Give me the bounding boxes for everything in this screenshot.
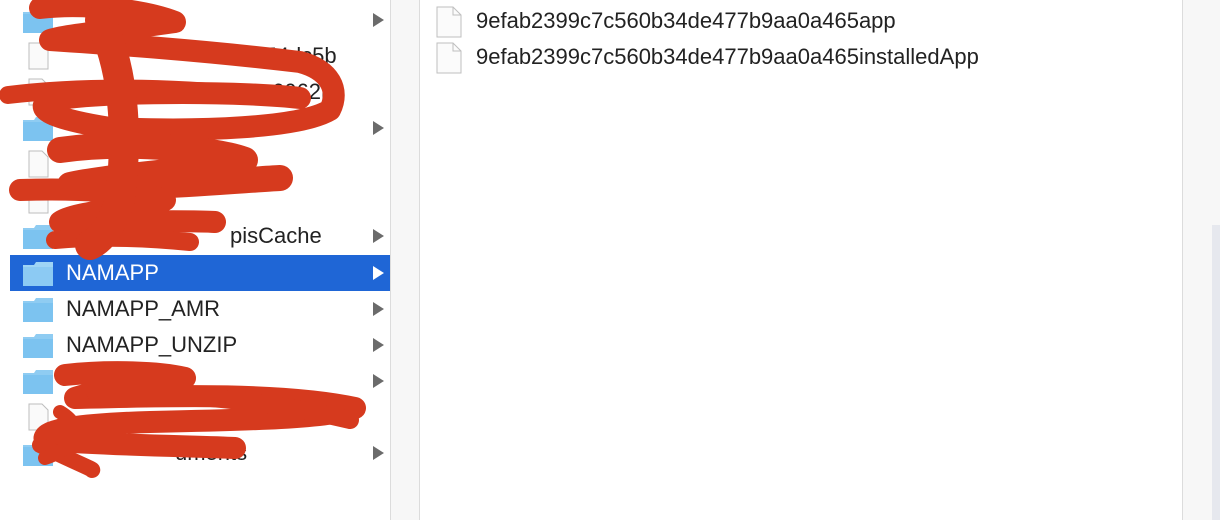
chevron-right-icon[interactable] xyxy=(373,13,384,27)
chevron-right-icon[interactable] xyxy=(373,266,384,280)
item-label: 9efab2399c7c560b34de477b9aa0a465app xyxy=(476,8,896,33)
list-item-folder[interactable]: NAMAPP_AMR xyxy=(10,291,390,327)
item-label: uments xyxy=(175,440,248,465)
document-icon xyxy=(22,42,54,70)
folder-icon xyxy=(22,259,54,287)
window-edge xyxy=(1212,225,1220,520)
list-item-file[interactable] xyxy=(10,399,390,435)
list-item-folder[interactable] xyxy=(10,2,390,38)
document-icon xyxy=(436,42,462,74)
document-icon xyxy=(436,6,462,38)
item-label: NAMAPP_AMR xyxy=(66,296,221,321)
chevron-right-icon[interactable] xyxy=(373,121,384,135)
list-item-folder[interactable] xyxy=(10,110,390,146)
chevron-right-icon[interactable] xyxy=(373,446,384,460)
folder-icon xyxy=(22,367,54,395)
document-icon xyxy=(22,186,54,214)
folder-icon xyxy=(22,295,54,323)
chevron-right-icon[interactable] xyxy=(373,302,384,316)
chevron-right-icon[interactable] xyxy=(373,229,384,243)
folder-icon xyxy=(22,6,54,34)
document-icon xyxy=(22,78,54,106)
chevron-right-icon[interactable] xyxy=(373,338,384,352)
folder-icon xyxy=(22,114,54,142)
document-icon xyxy=(22,150,54,178)
finder-window: 4854dc5b 6062b1 pisCache NAMAPP NAMAPP_A… xyxy=(0,0,1220,520)
list-item-file[interactable]: 9efab2399c7c560b34de477b9aa0a465installe… xyxy=(420,39,1180,75)
item-label: NAMAPP_UNZIP xyxy=(66,332,238,357)
list-item-folder[interactable]: uments xyxy=(10,435,390,471)
item-label: NAMAPP xyxy=(66,260,159,285)
list-item-folder[interactable]: NAMAPP_UNZIP xyxy=(10,327,390,363)
chevron-right-icon[interactable] xyxy=(373,374,384,388)
document-icon xyxy=(22,403,54,431)
list-item-file[interactable] xyxy=(10,182,390,218)
list-item-file[interactable]: 9efab2399c7c560b34de477b9aa0a465app xyxy=(420,3,1180,39)
list-item-file[interactable] xyxy=(10,146,390,182)
child-column[interactable]: 9efab2399c7c560b34de477b9aa0a465app 9efa… xyxy=(420,0,1182,520)
folder-icon xyxy=(22,439,54,467)
item-label: pisCache xyxy=(230,223,322,248)
item-label: 9efab2399c7c560b34de477b9aa0a465installe… xyxy=(476,44,979,69)
folder-icon xyxy=(22,222,54,250)
item-label: 4854dc5b xyxy=(240,43,337,68)
item-label: 6062b1 xyxy=(272,79,346,104)
parent-column[interactable]: 4854dc5b 6062b1 pisCache NAMAPP NAMAPP_A… xyxy=(10,0,390,520)
folder-icon xyxy=(22,331,54,359)
list-item-folder[interactable] xyxy=(10,363,390,399)
list-item-folder[interactable]: pisCache xyxy=(10,218,390,254)
column-divider[interactable] xyxy=(390,0,420,520)
list-item-file[interactable]: 6062b1 xyxy=(10,74,390,110)
list-item-file[interactable]: 4854dc5b xyxy=(10,38,390,74)
list-item-folder-selected[interactable]: NAMAPP xyxy=(10,255,390,291)
